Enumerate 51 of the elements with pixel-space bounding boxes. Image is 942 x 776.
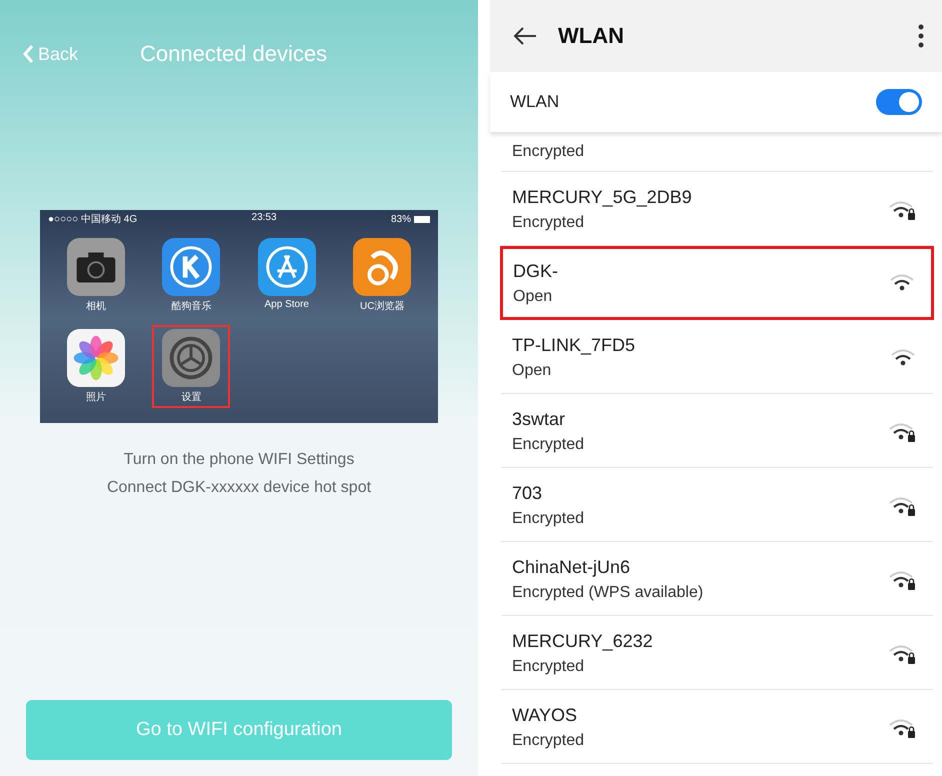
toggle-label: WLAN [510,92,560,112]
app-label: 照片 [86,390,106,404]
network-item[interactable]: DGK- Open [500,246,934,320]
network-item[interactable]: ChinaNet-jUn6 Encrypted (WPS available) [500,542,934,616]
network-item[interactable]: WAYOS Encrypted [500,690,934,764]
store-app-icon[interactable] [258,238,316,296]
network-item[interactable]: 3swtar Encrypted [500,394,934,468]
network-status: Encrypted [512,214,586,232]
network-item[interactable]: TP-LINK_7FD5 Open [500,320,934,394]
instruction-text: Turn on the phone WIFI Settings [122,451,356,469]
network-status: Open [512,362,552,380]
network-status: Encrypted [512,436,584,454]
app-label: 酷狗音乐 [171,300,212,313]
battery-label: 83% [390,214,411,224]
wlan-switch[interactable] [876,89,922,115]
app-label: 相机 [86,300,106,313]
network-name: DGK- [513,260,558,282]
network-name: MERCURY_5G_2DB9 [512,187,692,208]
network-status: Open [513,288,554,306]
app-label: UC浏览器 [360,300,404,313]
settings-app-icon[interactable] [162,329,220,387]
network-name: TP-LINK_7FD5 [512,335,636,356]
network-name: MERCURY_6232 [512,631,653,652]
time-label: 23:53 [252,212,277,225]
network-status: Encrypted [512,510,584,528]
carrier-label: ●○○○○ 中国移动 4G [48,212,138,226]
network-status: Encrypted [512,143,584,161]
network-name: ChinaNet-jUn6 [512,557,632,578]
network-status: Encrypted [512,658,586,676]
network-name: 703 [512,483,544,504]
network-item[interactable]: MERCURY_5G_2DB9 Encrypted [500,172,934,246]
network-status: Encrypted [512,732,584,750]
back-arrow-icon[interactable] [512,26,538,46]
network-name: 3swtar [512,409,566,430]
camera-app-icon[interactable] [66,238,125,296]
back-chevron-icon [22,44,34,64]
battery-icon [414,216,430,222]
screen-title: Connected devices [140,41,328,67]
photos-app-icon[interactable] [66,329,125,387]
network-name: WAYOS [512,705,578,726]
network-status: Encrypted (WPS available) [512,584,704,602]
music-app-icon[interactable] [162,238,220,296]
browser-app-icon[interactable] [353,238,412,296]
instruction-text: Connect DGK-xxxxxx device hot spot [106,479,372,497]
app-label: 设置 [181,390,202,404]
network-item[interactable]: 703 Encrypted [500,468,934,542]
app-label: App Store [264,299,309,310]
page-title: WLAN [558,23,625,49]
more-options-icon[interactable] [918,24,924,48]
network-item[interactable]: Encrypted [500,132,934,172]
network-item[interactable]: MERCURY_6232 Encrypted [500,616,934,690]
